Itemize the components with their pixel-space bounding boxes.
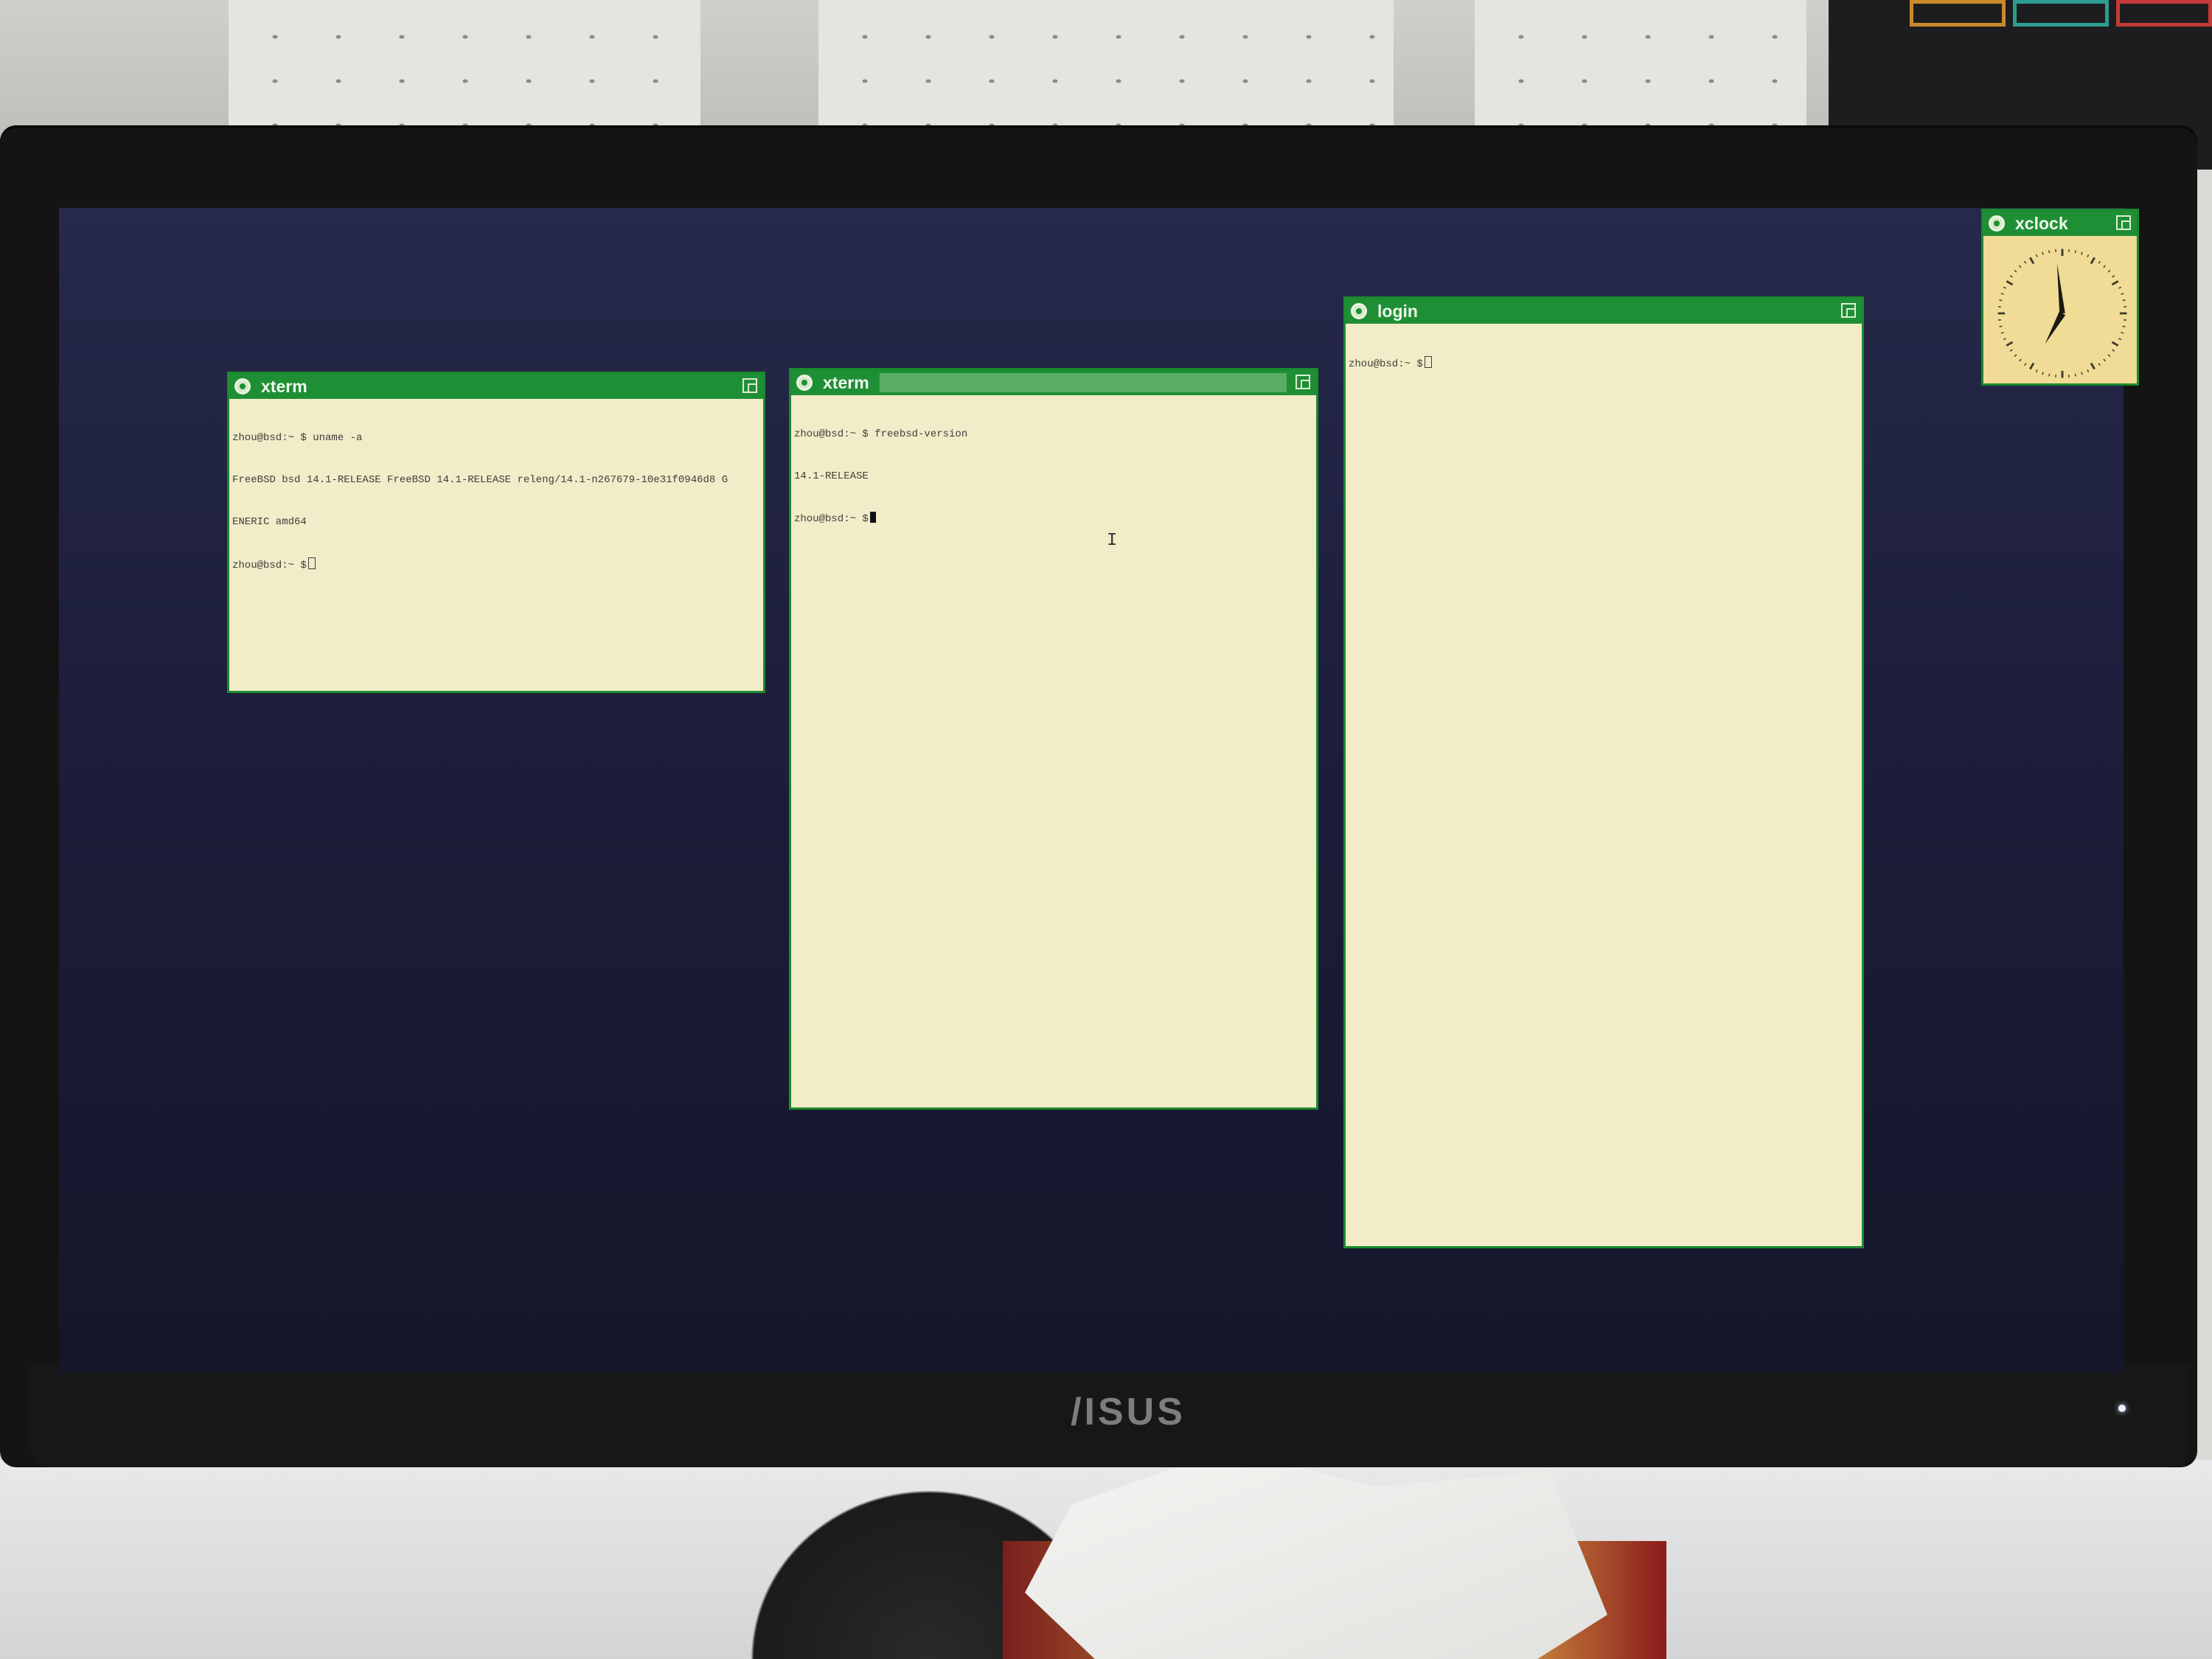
power-led-icon[interactable] [2118, 1405, 2126, 1412]
clock-minute-tick [2042, 251, 2044, 255]
clock-minute-tick [2074, 250, 2076, 254]
xclock-window[interactable]: xclock [1981, 209, 2139, 386]
block-cursor-icon [869, 512, 876, 523]
mouse-ibeam-cursor-icon: I [1107, 531, 1118, 551]
clock-minute-tick [2042, 372, 2044, 375]
terminal-prompt: zhou@bsd:~ $ [794, 513, 869, 525]
window-menu-icon[interactable] [1351, 303, 1367, 319]
clock-minute-tick [2074, 373, 2076, 377]
window-titlebar[interactable]: xclock [1983, 211, 2137, 236]
clock-hour-tick [2111, 280, 2119, 286]
clock-minute-tick [2121, 293, 2124, 295]
clock-minute-tick [2098, 260, 2101, 264]
xterm-window-version[interactable]: xterm zhou@bsd:~ $ freebsd-version 14.1-… [789, 368, 1318, 1110]
analog-clock-face [1997, 248, 2127, 378]
wall-panel-middle [818, 0, 1394, 129]
clock-minute-tick [2035, 369, 2038, 373]
terminal-prompt: zhou@bsd:~ $ [1349, 358, 1423, 370]
clock-minute-tick [2122, 299, 2126, 302]
terminal-prompt: zhou@bsd:~ $ [232, 560, 307, 571]
clock-minute-tick [2122, 325, 2126, 327]
maximize-icon[interactable] [2116, 215, 2131, 230]
maximize-icon[interactable] [1295, 375, 1310, 389]
clock-minute-tick [2009, 275, 2013, 278]
clock-minute-tick [2009, 349, 2013, 352]
window-title: login [1377, 301, 1418, 321]
terminal-line: zhou@bsd:~ $ freebsd-version [794, 428, 968, 440]
clock-hour-tick [2090, 257, 2096, 265]
clock-minute-tick [2118, 338, 2122, 341]
window-menu-icon[interactable] [796, 375, 813, 391]
monitor-brand-logo: /ISUS [1071, 1391, 1186, 1433]
titlebar-focus-fill [880, 373, 1287, 392]
clock-minute-tick [2107, 354, 2111, 358]
xterm-window-uname[interactable]: xterm zhou@bsd:~ $ uname -a FreeBSD bsd … [227, 372, 765, 693]
clock-minute-tick [2018, 265, 2022, 268]
clock-minute-tick [2048, 373, 2051, 377]
clock-minute-tick [2024, 363, 2027, 366]
clock-hour-tick [2029, 362, 2035, 370]
window-title: xterm [261, 376, 307, 396]
text-cursor-icon [307, 557, 316, 569]
window-menu-icon[interactable] [234, 378, 251, 394]
clock-minute-tick [2048, 250, 2051, 254]
window-title: xterm [823, 372, 869, 392]
clock-minute-tick [2103, 358, 2107, 362]
clock-hour-hand [2045, 311, 2066, 344]
clock-minute-tick [1999, 299, 2003, 302]
rack-port [2013, 0, 2109, 27]
terminal-line: FreeBSD bsd 14.1-RELEASE FreeBSD 14.1-RE… [232, 474, 728, 486]
terminal-text-area[interactable]: zhou@bsd:~ $ uname -a FreeBSD bsd 14.1-R… [232, 403, 760, 601]
window-titlebar[interactable]: login [1346, 299, 1862, 324]
clock-minute-tick [2024, 260, 2027, 264]
clock-minute-tick [2112, 349, 2115, 352]
text-cursor-icon [1424, 356, 1432, 368]
clock-minute-tick [2035, 254, 2038, 257]
clock-minute-tick [2003, 338, 2006, 341]
clock-minute-tick [2087, 369, 2090, 373]
clock-minute-tick [2014, 269, 2017, 273]
rack-port [2116, 0, 2212, 27]
clock-minute-hand [2056, 262, 2065, 314]
rack-port [1910, 0, 2006, 27]
clock-minute-tick [2112, 275, 2115, 278]
clock-minute-tick [2087, 254, 2090, 257]
clock-hour-tick [2090, 362, 2096, 370]
clock-minute-tick [2000, 293, 2004, 295]
clock-minute-tick [2107, 269, 2111, 273]
maximize-icon[interactable] [742, 378, 757, 393]
terminal-line: zhou@bsd:~ $ uname -a [232, 432, 363, 444]
clock-minute-tick [2003, 286, 2006, 289]
clock-hour-tick [2029, 257, 2035, 265]
clock-minute-tick [2103, 265, 2107, 268]
clock-minute-tick [2014, 354, 2017, 358]
clock-minute-tick [2018, 358, 2022, 362]
window-title: xclock [2015, 213, 2068, 233]
window-titlebar[interactable]: xterm [229, 374, 763, 399]
clock-minute-tick [1999, 325, 2003, 327]
clock-minute-tick [2098, 363, 2101, 366]
terminal-line: 14.1-RELEASE [794, 470, 869, 482]
clock-minute-tick [2081, 251, 2083, 255]
clock-hour-tick [2006, 280, 2014, 286]
login-window[interactable]: login zhou@bsd:~ $ [1343, 296, 1864, 1248]
wall-panel-right [1475, 0, 1806, 129]
clock-hour-tick [2006, 341, 2014, 347]
maximize-icon[interactable] [1841, 303, 1856, 318]
terminal-text-area[interactable]: zhou@bsd:~ $ freebsd-version 14.1-RELEAS… [794, 400, 1313, 554]
clock-minute-tick [2118, 286, 2122, 289]
terminal-text-area[interactable]: zhou@bsd:~ $ [1349, 328, 1859, 400]
clock-minute-tick [2081, 372, 2083, 375]
window-titlebar-focused[interactable]: xterm [791, 370, 1316, 395]
terminal-line: ENERIC amd64 [232, 516, 307, 528]
clock-hour-tick [2111, 341, 2119, 347]
wall-panel-left [229, 0, 700, 129]
desktop-screen[interactable]: xterm zhou@bsd:~ $ uname -a FreeBSD bsd … [59, 208, 2139, 1373]
window-menu-icon[interactable] [1989, 215, 2005, 232]
